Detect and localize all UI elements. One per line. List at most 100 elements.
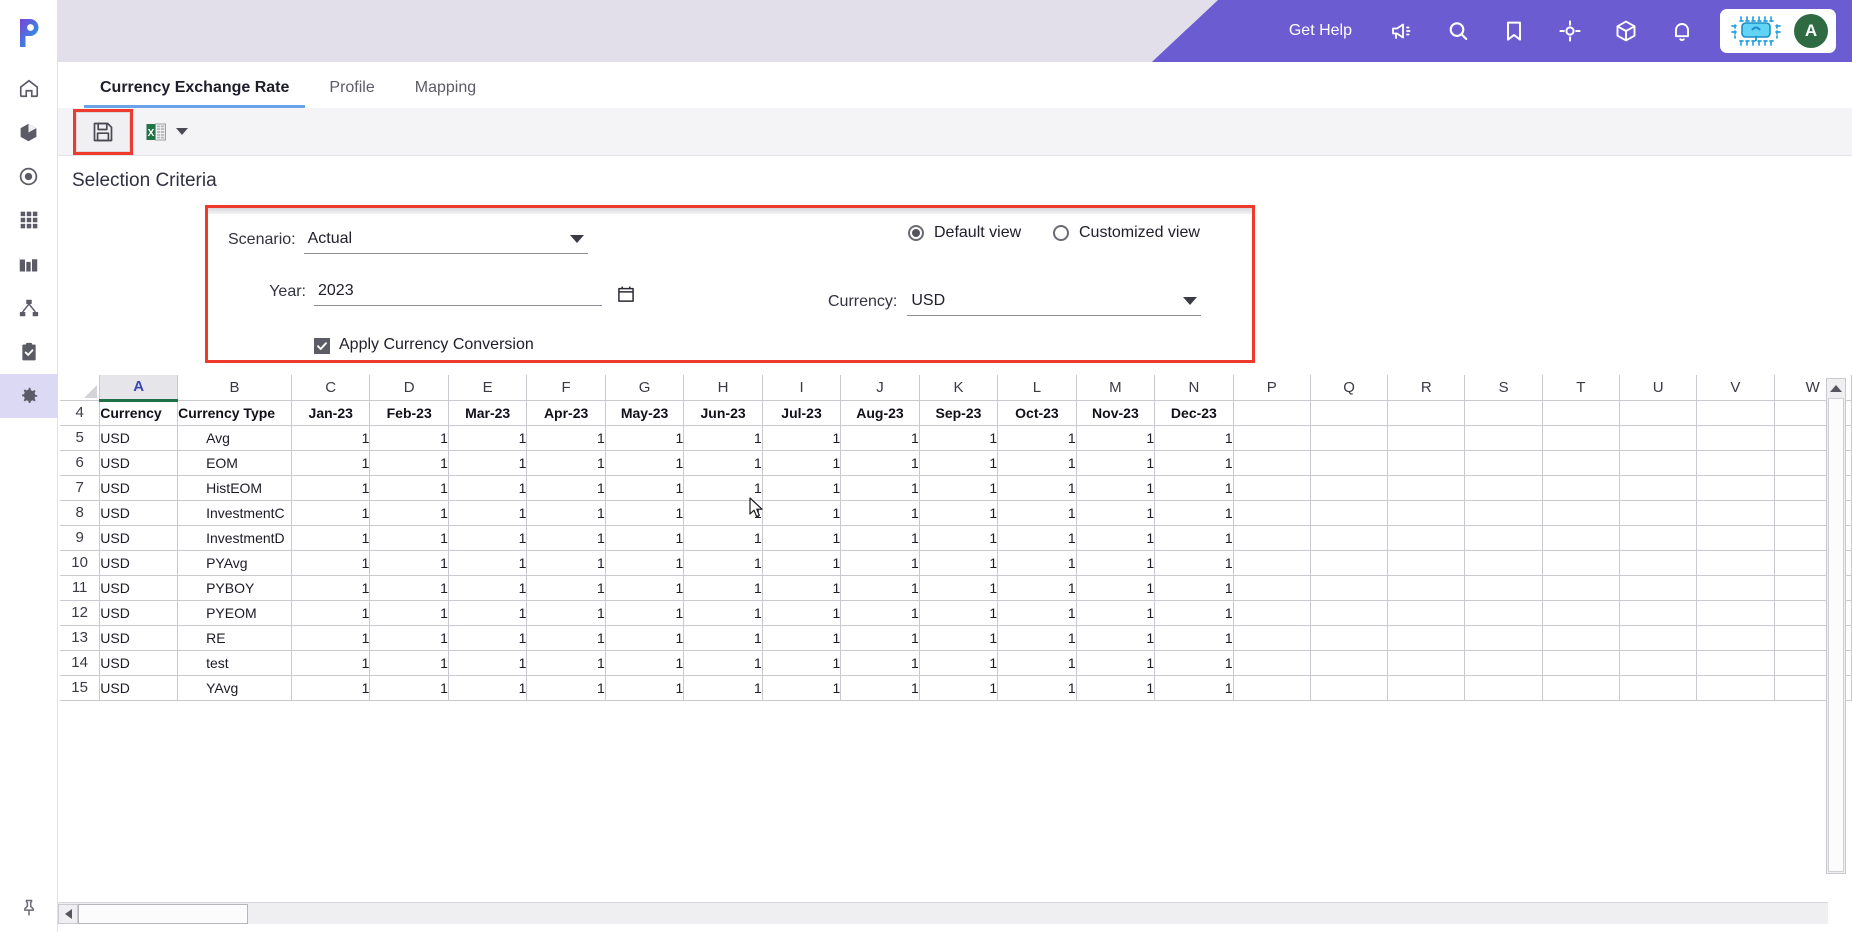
cell-rate[interactable]: 1 xyxy=(369,424,449,451)
cell-rate[interactable]: 1 xyxy=(526,624,606,651)
scroll-left-button[interactable] xyxy=(58,903,78,924)
cell-rate[interactable]: 1 xyxy=(1075,599,1156,626)
column-header-r[interactable]: R xyxy=(1387,375,1466,401)
header-cell[interactable]: Oct-23 xyxy=(997,399,1077,426)
cell-empty[interactable] xyxy=(1464,674,1543,701)
cell-empty[interactable] xyxy=(1464,499,1543,526)
cell-empty[interactable] xyxy=(1696,424,1775,451)
cell-empty[interactable] xyxy=(1232,424,1311,451)
cell-rate[interactable]: 1 xyxy=(683,524,763,551)
cell-rate[interactable]: 1 xyxy=(447,574,528,601)
cell-rate[interactable]: 1 xyxy=(918,474,999,501)
tab-profile[interactable]: Profile xyxy=(313,79,390,108)
cell-rate[interactable]: 1 xyxy=(918,624,999,651)
cell-rate[interactable]: 1 xyxy=(369,574,449,601)
cell-empty[interactable] xyxy=(1387,549,1466,576)
cell-empty[interactable] xyxy=(1618,599,1698,626)
cell-rate[interactable]: 1 xyxy=(761,499,842,526)
tab-mapping[interactable]: Mapping xyxy=(399,79,492,108)
cell-empty[interactable] xyxy=(1232,499,1311,526)
row-header-4[interactable]: 4 xyxy=(60,399,101,426)
cell-rate[interactable]: 1 xyxy=(997,524,1077,551)
cell-rate[interactable]: 1 xyxy=(918,574,999,601)
cell-empty[interactable] xyxy=(1232,549,1311,576)
row-header-6[interactable]: 6 xyxy=(60,449,101,476)
apply-currency-conversion-row[interactable]: Apply Currency Conversion xyxy=(314,336,534,354)
cell-rate[interactable]: 1 xyxy=(840,649,920,676)
cell-empty[interactable] xyxy=(1464,399,1543,426)
cell-rate[interactable]: 1 xyxy=(369,624,449,651)
cell-rate[interactable]: 1 xyxy=(290,574,371,601)
bell-icon[interactable] xyxy=(1654,0,1710,62)
header-cell[interactable]: Jul-23 xyxy=(761,399,842,426)
get-help-button[interactable]: Get Help xyxy=(1289,22,1352,40)
cell-rate[interactable]: 1 xyxy=(918,524,999,551)
cell-empty[interactable] xyxy=(1618,674,1698,701)
cell-rate[interactable]: 1 xyxy=(840,424,920,451)
cell-rate[interactable]: 1 xyxy=(761,549,842,576)
cell-empty[interactable] xyxy=(1541,574,1620,601)
cell-rate[interactable]: 1 xyxy=(683,649,763,676)
cell-empty[interactable] xyxy=(1232,449,1311,476)
column-header-s[interactable]: S xyxy=(1464,375,1543,401)
cell-rate[interactable]: 1 xyxy=(369,449,449,476)
cell-rate[interactable]: 1 xyxy=(761,449,842,476)
cell-currency-type[interactable]: InvestmentD xyxy=(177,524,292,551)
cell-empty[interactable] xyxy=(1696,499,1775,526)
cell-empty[interactable] xyxy=(1387,524,1466,551)
cell-empty[interactable] xyxy=(1618,424,1698,451)
cell-rate[interactable]: 1 xyxy=(447,649,528,676)
cell-empty[interactable] xyxy=(1618,574,1698,601)
cell-rate[interactable]: 1 xyxy=(1154,674,1234,701)
cell-currency-type[interactable]: test xyxy=(177,649,292,676)
cell-rate[interactable]: 1 xyxy=(526,674,606,701)
cell-currency-type[interactable]: PYAvg xyxy=(177,549,292,576)
cell-rate[interactable]: 1 xyxy=(997,599,1077,626)
cell-rate[interactable]: 1 xyxy=(369,599,449,626)
cell-rate[interactable]: 1 xyxy=(918,424,999,451)
cell-empty[interactable] xyxy=(1618,524,1698,551)
cell-rate[interactable]: 1 xyxy=(447,474,528,501)
row-header-15[interactable]: 15 xyxy=(60,674,101,701)
cell-empty[interactable] xyxy=(1309,649,1389,676)
cell-rate[interactable]: 1 xyxy=(290,449,371,476)
cell-empty[interactable] xyxy=(1696,474,1775,501)
cell-rate[interactable]: 1 xyxy=(1075,524,1156,551)
cell-rate[interactable]: 1 xyxy=(447,499,528,526)
cell-empty[interactable] xyxy=(1464,599,1543,626)
cell-empty[interactable] xyxy=(1309,549,1389,576)
cell-currency-type[interactable]: InvestmentC xyxy=(177,499,292,526)
cell-rate[interactable]: 1 xyxy=(526,524,606,551)
column-header-u[interactable]: U xyxy=(1618,375,1698,401)
cell-empty[interactable] xyxy=(1232,474,1311,501)
header-cell[interactable]: Nov-23 xyxy=(1075,399,1156,426)
column-header-t[interactable]: T xyxy=(1541,375,1620,401)
cell-rate[interactable]: 1 xyxy=(447,424,528,451)
column-header-g[interactable]: G xyxy=(604,375,685,401)
cell-empty[interactable] xyxy=(1618,449,1698,476)
cell-currency[interactable]: USD xyxy=(99,499,179,526)
cell-rate[interactable]: 1 xyxy=(761,474,842,501)
row-header-8[interactable]: 8 xyxy=(60,499,101,526)
default-view-radio-input[interactable] xyxy=(908,225,924,241)
cell-empty[interactable] xyxy=(1541,474,1620,501)
cell-empty[interactable] xyxy=(1309,399,1389,426)
cell-rate[interactable]: 1 xyxy=(290,549,371,576)
cell-rate[interactable]: 1 xyxy=(840,624,920,651)
cell-rate[interactable]: 1 xyxy=(683,424,763,451)
cell-rate[interactable]: 1 xyxy=(997,624,1077,651)
cell-empty[interactable] xyxy=(1464,624,1543,651)
chevron-down-icon[interactable] xyxy=(570,235,584,243)
bookmark-icon[interactable] xyxy=(1486,0,1542,62)
sidebar-item-settings[interactable] xyxy=(0,374,58,418)
column-header-j[interactable]: J xyxy=(840,375,920,401)
cell-empty[interactable] xyxy=(1464,474,1543,501)
cell-rate[interactable]: 1 xyxy=(290,624,371,651)
column-header-a[interactable]: A xyxy=(99,375,179,402)
currency-select[interactable]: USD xyxy=(907,292,1202,316)
cell-rate[interactable]: 1 xyxy=(997,424,1077,451)
cell-empty[interactable] xyxy=(1541,524,1620,551)
cell-rate[interactable]: 1 xyxy=(1154,599,1234,626)
crosshair-icon[interactable] xyxy=(1542,0,1598,62)
cell-rate[interactable]: 1 xyxy=(997,549,1077,576)
